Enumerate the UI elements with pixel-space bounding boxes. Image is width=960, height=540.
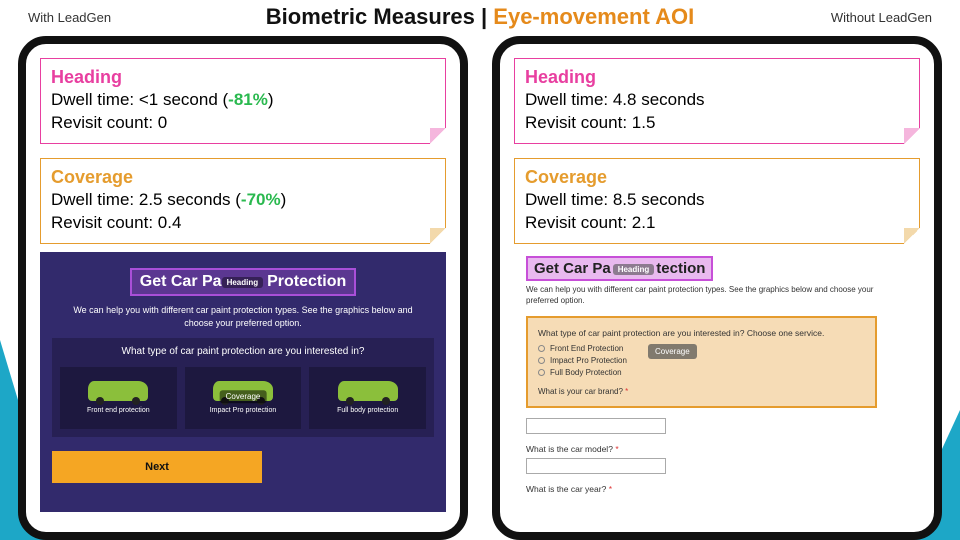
car-icon [338, 381, 398, 401]
note-revisit: Revisit count: 1.5 [525, 112, 909, 135]
radio-icon [538, 345, 545, 352]
delta: -81% [228, 90, 268, 109]
note-dwell: Dwell time: <1 second (-81%) [51, 89, 435, 112]
note-coverage-right: Coverage Dwell time: 8.5 seconds Revisit… [514, 158, 920, 244]
input-brand[interactable] [526, 418, 666, 434]
note-dwell: Dwell time: 4.8 seconds [525, 89, 909, 112]
aoi-badge-coverage: Coverage [220, 390, 267, 403]
question-panel: What type of car paint protection are yo… [52, 338, 434, 437]
note-dwell: Dwell time: 2.5 seconds (-70%) [51, 189, 435, 212]
form-heading: Get Car PaHeadingProtection [52, 268, 434, 296]
next-button[interactable]: Next [52, 451, 262, 483]
tablet-without-leadgen: Heading Dwell time: 4.8 seconds Revisit … [492, 36, 942, 540]
note-coverage-left: Coverage Dwell time: 2.5 seconds (-70%) … [40, 158, 446, 244]
question-text: What type of car paint protection are yo… [538, 328, 865, 338]
note-title: Coverage [525, 165, 909, 189]
aoi-badge-coverage: Coverage [648, 344, 697, 359]
input-model[interactable] [526, 458, 666, 474]
option-label: Front end protection [87, 407, 150, 414]
question-brand: What is your car brand? * [538, 387, 865, 396]
options-row: Front end protection Impact Pro protecti… [60, 367, 426, 429]
car-icon [88, 381, 148, 401]
note-heading-left: Heading Dwell time: <1 second (-81%) Rev… [40, 58, 446, 144]
note-heading-right: Heading Dwell time: 4.8 seconds Revisit … [514, 58, 920, 144]
option-label: Full Body Protection [550, 368, 622, 377]
title-sep: | [475, 4, 493, 29]
question-text: What type of car paint protection are yo… [60, 346, 426, 357]
title-main: Biometric Measures [266, 4, 475, 29]
aoi-coverage-box: What type of car paint protection are yo… [526, 316, 877, 408]
note-revisit: Revisit count: 0 [51, 112, 435, 135]
aoi-badge-heading: Heading [613, 264, 655, 275]
note-title: Heading [525, 65, 909, 89]
radio-option[interactable]: Full Body Protection [538, 368, 865, 377]
option-label: Impact Pro protection [210, 407, 277, 414]
form-leadgen: Get Car PaHeadingProtection We can help … [40, 252, 446, 512]
note-title: Heading [51, 65, 435, 89]
form-heading: Get Car PaHeadingtection [526, 256, 713, 281]
option-label: Impact Pro Protection [550, 356, 627, 365]
option-card[interactable]: Full body protection [309, 367, 426, 429]
form-subtitle: We can help you with different car paint… [526, 285, 908, 306]
option-card[interactable]: Front end protection [60, 367, 177, 429]
radio-icon [538, 369, 545, 376]
note-dwell: Dwell time: 8.5 seconds [525, 189, 909, 212]
label-without-leadgen: Without LeadGen [831, 10, 932, 25]
radio-icon [538, 357, 545, 364]
form-plain: Get Car PaHeadingtection We can help you… [514, 252, 920, 494]
note-revisit: Revisit count: 0.4 [51, 212, 435, 235]
page-title: Biometric Measures | Eye-movement AOI [0, 4, 960, 30]
aoi-badge-heading: Heading [222, 277, 264, 288]
option-label: Full body protection [337, 407, 398, 414]
form-subtitle: We can help you with different car paint… [70, 304, 416, 329]
aoi-heading-box: Get Car PaHeadingtection [526, 256, 713, 281]
radio-option[interactable]: Front End Protection [538, 344, 865, 353]
option-label: Front End Protection [550, 344, 623, 353]
delta: -70% [241, 190, 281, 209]
note-title: Coverage [51, 165, 435, 189]
question-model: What is the car model? * [526, 444, 908, 454]
title-accent: Eye-movement AOI [493, 4, 694, 29]
note-revisit: Revisit count: 2.1 [525, 212, 909, 235]
aoi-heading-box: Get Car PaHeadingProtection [130, 268, 357, 296]
radio-option[interactable]: Impact Pro Protection [538, 356, 865, 365]
question-year: What is the car year? * [526, 484, 908, 494]
tablet-with-leadgen: Heading Dwell time: <1 second (-81%) Rev… [18, 36, 468, 540]
label-with-leadgen: With LeadGen [28, 10, 111, 25]
